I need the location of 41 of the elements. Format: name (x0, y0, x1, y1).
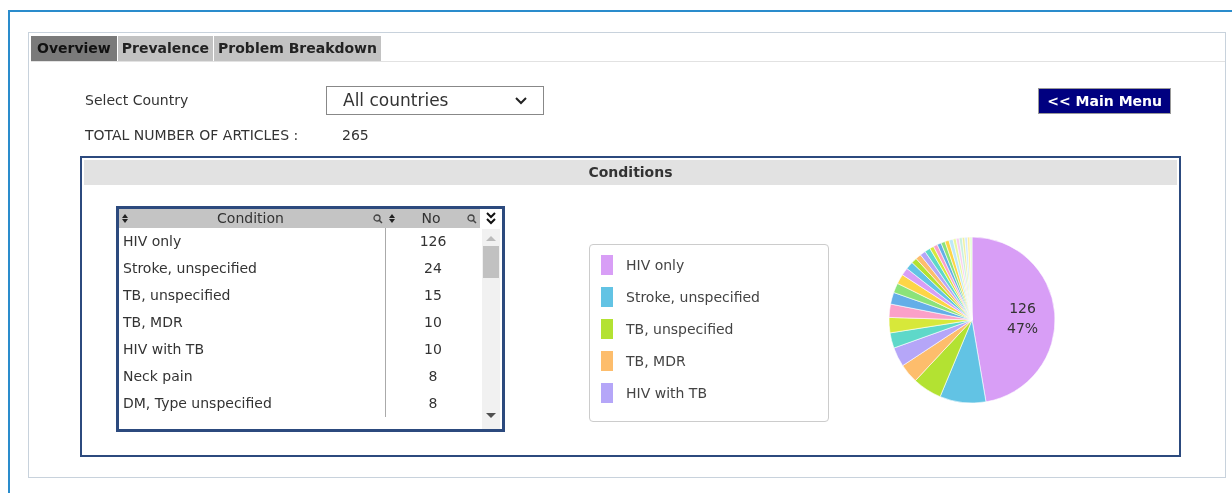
field-label: TOTAL NUMBER OF ARTICLES : (85, 126, 300, 145)
table-cell-text: 8 (427, 367, 439, 386)
legend-label: HIV with TB (626, 383, 707, 403)
legend-label: HIV only (626, 255, 685, 275)
table-cell-text: 15 (423, 286, 443, 305)
chevron-down-icon (515, 96, 527, 105)
tab[interactable]: Problem Breakdown (214, 36, 382, 61)
table-cell: HIV with TB (119, 336, 386, 363)
legend-label: TB, MDR (626, 351, 686, 371)
table-cell-text: 24 (423, 259, 443, 278)
tab[interactable]: Overview (31, 36, 118, 61)
table-cell: DM, Type unspecified (119, 390, 386, 417)
scrollbar[interactable] (482, 229, 500, 429)
table-cell-text: 8 (427, 394, 439, 413)
column-header[interactable]: Condition (130, 209, 371, 229)
table-cell: TB, unspecified (119, 282, 386, 309)
scrollbar-thumb[interactable] (483, 246, 499, 278)
slice-value: 126 (1008, 299, 1037, 318)
field-label: Select Country (85, 91, 190, 110)
country-dropdown[interactable]: All countries (326, 86, 544, 115)
table-cell: Stroke, unspecified (119, 255, 386, 282)
table-cell: HIV only (119, 228, 386, 255)
article-count: 265 (342, 126, 369, 145)
sort-icon[interactable] (389, 214, 395, 223)
scroll-down-icon[interactable] (486, 413, 496, 419)
legend-label: TB, unspecified (626, 319, 734, 339)
main-menu-button[interactable]: << Main Menu (1038, 88, 1171, 114)
panel-title: Conditions (84, 160, 1177, 185)
table-cell: TB, MDR (119, 309, 386, 336)
table-cell-text: 126 (418, 232, 448, 251)
table-cell-text: 10 (423, 340, 443, 359)
legend-label: Stroke, unspecified (626, 287, 760, 307)
search-icon[interactable] (467, 213, 477, 224)
slice-percent: 47% (1007, 319, 1039, 338)
table-cell: Neck pain (119, 363, 386, 390)
column-header[interactable]: No (397, 209, 465, 229)
table-cell-text: 10 (423, 313, 443, 332)
sort-icon[interactable] (122, 214, 128, 223)
collapse-icon[interactable] (485, 211, 497, 225)
tab[interactable]: Prevalence (117, 36, 215, 61)
search-icon[interactable] (373, 213, 383, 224)
